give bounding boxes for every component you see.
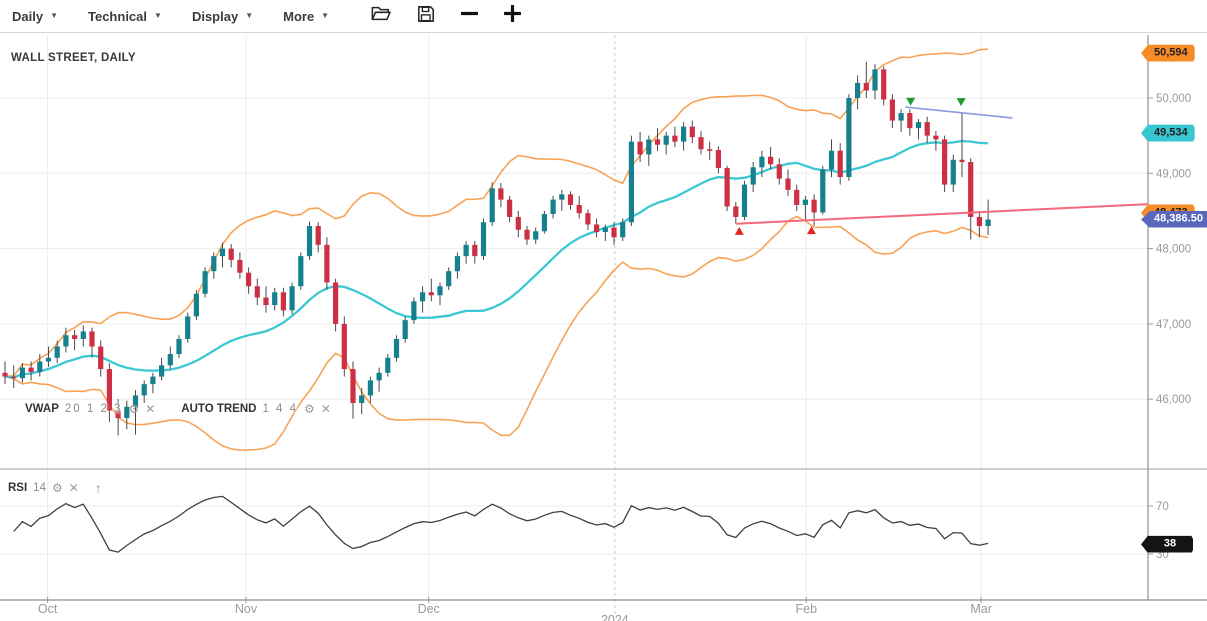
svg-text:2024: 2024 — [601, 613, 629, 621]
close-icon[interactable]: ✕ — [321, 402, 331, 416]
gear-icon[interactable]: ⚙ — [52, 481, 63, 495]
zoom-in-button[interactable] — [504, 5, 521, 27]
move-pane-up-icon[interactable]: ↑ — [95, 480, 102, 496]
rsi-params: 14 — [33, 482, 46, 494]
vwap-params: 20 1 2 3 — [65, 403, 123, 415]
close-icon[interactable]: ✕ — [69, 481, 79, 495]
open-chart-button[interactable] — [371, 5, 391, 27]
zoom-out-button[interactable] — [461, 5, 478, 27]
svg-text:48,000: 48,000 — [1156, 244, 1191, 256]
display-dropdown[interactable]: Display ▼ — [192, 9, 253, 24]
svg-text:49,000: 49,000 — [1156, 168, 1191, 180]
vwap-indicator-legend: VWAP 20 1 2 3 ⚙ ✕ AUTO TREND 1 4 4 ⚙ ✕ — [25, 402, 331, 416]
svg-text:Nov: Nov — [235, 602, 258, 616]
svg-text:Dec: Dec — [418, 602, 440, 616]
chevron-down-icon: ▼ — [245, 12, 253, 20]
svg-text:46,000: 46,000 — [1156, 394, 1191, 406]
technical-dropdown-label: Technical — [88, 9, 147, 24]
display-dropdown-label: Display — [192, 9, 238, 24]
chevron-down-icon: ▼ — [154, 12, 162, 20]
svg-text:47,000: 47,000 — [1156, 319, 1191, 331]
svg-text:30: 30 — [1156, 549, 1169, 561]
open-folder-icon — [371, 5, 391, 27]
auto-trend-label: AUTO TREND — [181, 403, 256, 415]
more-dropdown-label: More — [283, 9, 314, 24]
save-chart-button[interactable] — [417, 5, 435, 28]
minus-icon — [461, 5, 478, 27]
technical-dropdown[interactable]: Technical ▼ — [88, 9, 162, 24]
save-icon — [417, 5, 435, 28]
gear-icon[interactable]: ⚙ — [304, 402, 315, 416]
chart-canvas[interactable]: 50,000 49,000 48,000 47,000 46,000 70 30 Oct Nov… — [0, 33, 1207, 621]
chevron-down-icon: ▼ — [50, 12, 58, 20]
more-dropdown[interactable]: More ▼ — [283, 9, 329, 24]
svg-text:Mar: Mar — [970, 602, 992, 616]
rsi-label: RSI — [8, 482, 27, 494]
timeframe-dropdown-label: Daily — [12, 9, 43, 24]
auto-trend-params: 1 4 4 — [262, 403, 298, 415]
svg-text:Feb: Feb — [795, 602, 817, 616]
svg-text:Oct: Oct — [38, 602, 58, 616]
chart-toolbar: Daily ▼ Technical ▼ Display ▼ More ▼ — [0, 0, 1207, 33]
vwap-label: VWAP — [25, 403, 59, 415]
chevron-down-icon: ▼ — [321, 12, 329, 20]
timeframe-dropdown[interactable]: Daily ▼ — [12, 9, 58, 24]
close-icon[interactable]: ✕ — [145, 402, 155, 416]
svg-text:50,000: 50,000 — [1156, 93, 1191, 105]
gear-icon[interactable]: ⚙ — [128, 402, 139, 416]
instrument-title: WALL STREET, DAILY — [11, 52, 136, 64]
svg-text:70: 70 — [1156, 501, 1169, 513]
plus-icon — [504, 5, 521, 27]
rsi-indicator-legend: RSI 14 ⚙ ✕ ↑ — [8, 480, 102, 496]
